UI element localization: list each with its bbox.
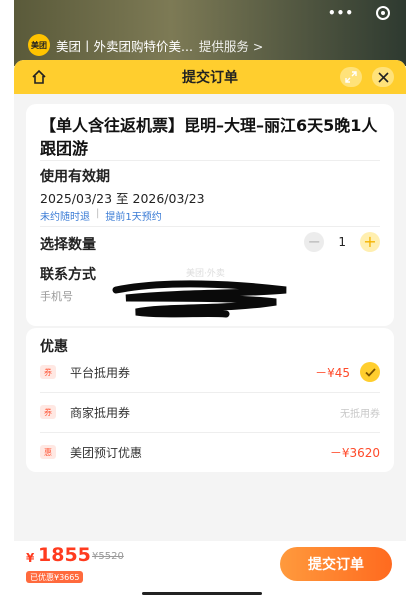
more-dots: •••: [327, 6, 354, 20]
deal-icon: 惠: [40, 445, 56, 459]
discount-row-booking: 惠 美团预订优惠 －¥3620: [40, 432, 380, 472]
refund-tag: 未约随时退: [40, 212, 90, 223]
coupon-icon: 券: [40, 405, 56, 419]
quantity-stepper: − 1 +: [304, 232, 380, 252]
host-backdrop: ••• 美团 美团丨外卖团购特价美... 提供服务 >: [14, 0, 406, 66]
order-sheet: 提交订单 【单人含往返机票】昆明–大理–丽江6天5晚1人跟团游 使用有效期 20…: [14, 60, 406, 601]
discount-value: －¥3620: [329, 445, 380, 460]
discount-row-platform[interactable]: 券 平台抵用券 －¥45: [40, 352, 380, 392]
validity-tags: 未约随时退 | 提前1天预约: [40, 208, 162, 223]
host-bar[interactable]: 美团 美团丨外卖团购特价美... 提供服务 >: [28, 34, 263, 56]
discount-name: 美团预订优惠: [70, 445, 143, 460]
phone-screen: ••• 美团 美团丨外卖团购特价美... 提供服务 > 提交订单 【单人含往返机…: [14, 0, 406, 601]
tag-separator: |: [96, 208, 100, 219]
host-provider-link[interactable]: 提供服务 >: [199, 36, 263, 55]
host-title: 美团丨外卖团购特价美...: [56, 38, 193, 54]
record-icon: [376, 6, 390, 20]
quantity-minus-button[interactable]: −: [304, 232, 325, 252]
check-icon[interactable]: [360, 362, 380, 382]
original-price: ¥5520: [92, 551, 124, 562]
discount-card: 优惠 券 平台抵用券 －¥45 券 商家抵用券 无抵用券 惠 美团预订优惠 －¥…: [26, 328, 394, 472]
page-title: 提交订单: [182, 70, 238, 86]
discount-name: 平台抵用券: [70, 365, 131, 380]
divider: [40, 226, 380, 227]
product-title: 【单人含往返机票】昆明–大理–丽江6天5晚1人跟团游: [40, 116, 378, 158]
validity-label: 使用有效期: [40, 169, 110, 185]
sheet-header: 提交订单: [14, 60, 406, 94]
status-bar: •••: [328, 6, 390, 20]
meituan-logo: 美团: [28, 34, 50, 56]
discount-value: －¥45: [315, 365, 350, 380]
quantity-label: 选择数量: [40, 237, 96, 253]
discount-name: 商家抵用券: [70, 405, 131, 420]
submit-order-button[interactable]: 提交订单: [280, 547, 392, 581]
expand-icon[interactable]: [340, 67, 362, 87]
home-indicator: [142, 592, 262, 595]
booking-tag: 提前1天预约: [105, 212, 162, 223]
validity-dates: 2025/03/23 至 2026/03/23: [40, 191, 205, 206]
total-price: 1855: [38, 544, 91, 566]
product-card: 【单人含往返机票】昆明–大理–丽江6天5晚1人跟团游 使用有效期 2025/03…: [26, 104, 394, 326]
footer-bar: ¥ 1855 ¥5520 已优惠¥3665 提交订单: [14, 541, 406, 601]
divider: [40, 160, 380, 161]
phone-label: 手机号: [40, 290, 73, 303]
close-icon[interactable]: [372, 67, 394, 87]
quantity-value: 1: [338, 235, 346, 249]
quantity-plus-button[interactable]: +: [360, 232, 380, 252]
contact-label: 联系方式: [40, 267, 96, 283]
price-currency: ¥: [26, 551, 35, 565]
phone-input-redacted[interactable]: [106, 276, 296, 318]
discount-row-merchant[interactable]: 券 商家抵用券 无抵用券: [40, 392, 380, 432]
home-icon[interactable]: [28, 66, 50, 88]
discount-value: 无抵用券: [340, 408, 380, 420]
coupon-icon: 券: [40, 365, 56, 379]
saved-badge: 已优惠¥3665: [26, 571, 84, 583]
